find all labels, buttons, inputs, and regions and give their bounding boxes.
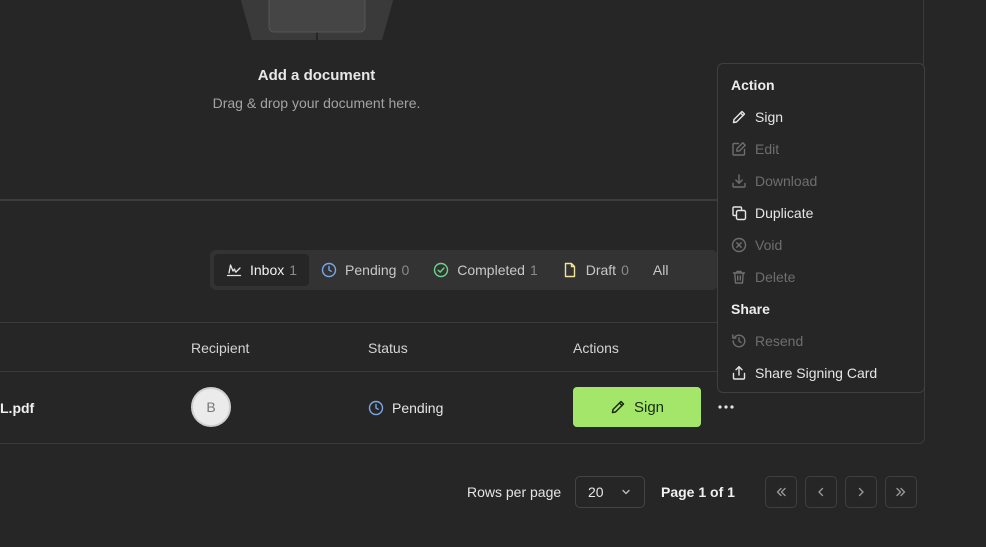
share-icon (732, 366, 746, 380)
menu-item-void-label: Void (755, 237, 783, 253)
menu-item-sign-label: Sign (755, 109, 784, 125)
menu-item-delete-label: Delete (755, 269, 796, 285)
document-filter-tabs: Inbox 1 Pending 0 Completed 1 Draft 0 Al… (210, 250, 718, 290)
menu-item-void[interactable]: Void (731, 235, 782, 255)
rows-per-page-select[interactable]: 20 (575, 476, 645, 508)
menu-section-action: Action (731, 77, 775, 93)
pencil-icon (611, 400, 625, 414)
tab-completed[interactable]: Completed 1 (421, 254, 550, 286)
more-actions-button[interactable] (714, 395, 738, 419)
edit-icon (732, 142, 746, 156)
actions-dropdown-menu: Action Sign Edit Download Duplicate Void (717, 63, 925, 393)
menu-item-resend[interactable]: Resend (731, 331, 803, 351)
menu-item-edit-label: Edit (755, 141, 780, 157)
previous-page-button[interactable] (805, 476, 837, 508)
column-header-recipient: Recipient (191, 340, 250, 356)
download-icon (732, 174, 746, 188)
tab-completed-label: Completed (457, 262, 525, 278)
tab-inbox-label: Inbox (250, 262, 285, 278)
tab-all-label: All (652, 262, 669, 278)
menu-item-sign[interactable]: Sign (731, 107, 783, 127)
file-icon (564, 262, 575, 278)
x-circle-icon (731, 237, 747, 253)
upload-title: Add a document (257, 67, 376, 84)
column-header-actions: Actions (573, 340, 619, 356)
menu-item-download[interactable]: Download (731, 171, 817, 191)
document-illustration (240, 0, 394, 40)
history-icon (732, 334, 746, 348)
tab-pending-label: Pending (345, 262, 397, 278)
tab-inbox-count: 1 (289, 262, 298, 278)
clock-icon (321, 262, 337, 278)
menu-section-share: Share (731, 301, 770, 317)
menu-item-resend-label: Resend (755, 333, 804, 349)
tab-pending-count: 0 (401, 262, 410, 278)
chevron-down-icon (622, 489, 630, 495)
first-page-button[interactable] (765, 476, 797, 508)
tab-draft[interactable]: Draft 0 (550, 254, 641, 286)
avatar: B (191, 387, 231, 427)
chevrons-left-icon (776, 487, 786, 497)
column-header-status: Status (368, 340, 408, 356)
copy-icon (732, 206, 747, 221)
page-info: Page 1 of 1 (661, 484, 735, 500)
tab-draft-label: Draft (585, 262, 617, 278)
menu-item-share-signing-card-label: Share Signing Card (755, 365, 878, 381)
signature-icon (226, 264, 242, 277)
tab-draft-count: 0 (621, 262, 629, 278)
check-circle-icon (434, 262, 449, 278)
menu-item-duplicate[interactable]: Duplicate (731, 203, 813, 223)
chevron-right-icon (858, 487, 864, 497)
menu-item-delete[interactable]: Delete (731, 267, 795, 287)
rows-per-page-label: Rows per page (467, 484, 562, 500)
sign-button[interactable]: Sign (573, 387, 701, 427)
tab-completed-count: 1 (529, 262, 538, 278)
menu-item-share-signing-card[interactable]: Share Signing Card (731, 363, 877, 383)
status-text: Pending (392, 400, 444, 416)
upload-subtitle: Drag & drop your document here. (212, 95, 421, 111)
status-badge: Pending (368, 400, 443, 416)
clock-icon (368, 400, 384, 416)
sign-button-label: Sign (633, 398, 665, 416)
tab-all[interactable]: All (641, 254, 681, 286)
chevron-left-icon (818, 487, 824, 497)
rows-per-page-value: 20 (588, 484, 604, 500)
next-page-button[interactable] (845, 476, 877, 508)
menu-item-edit[interactable]: Edit (731, 139, 779, 159)
tab-pending[interactable]: Pending 0 (309, 254, 421, 286)
more-horizontal-icon (718, 405, 734, 409)
last-page-button[interactable] (885, 476, 917, 508)
avatar-initial: B (206, 399, 216, 415)
tab-inbox[interactable]: Inbox 1 (214, 254, 310, 286)
menu-item-download-label: Download (755, 173, 818, 189)
chevrons-right-icon (896, 487, 906, 497)
trash-icon (732, 270, 746, 284)
menu-item-duplicate-label: Duplicate (755, 205, 814, 221)
pencil-icon (732, 110, 746, 124)
document-filename[interactable]: L.pdf (0, 400, 34, 416)
